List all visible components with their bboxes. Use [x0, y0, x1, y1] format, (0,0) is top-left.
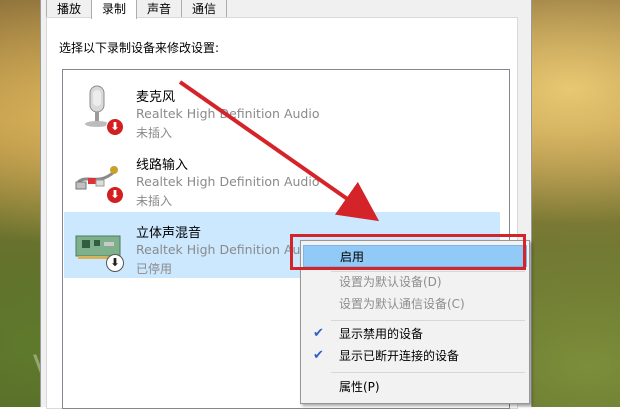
annotation-arrow-icon [178, 80, 380, 222]
tab-recording[interactable]: 录制 [91, 0, 138, 19]
